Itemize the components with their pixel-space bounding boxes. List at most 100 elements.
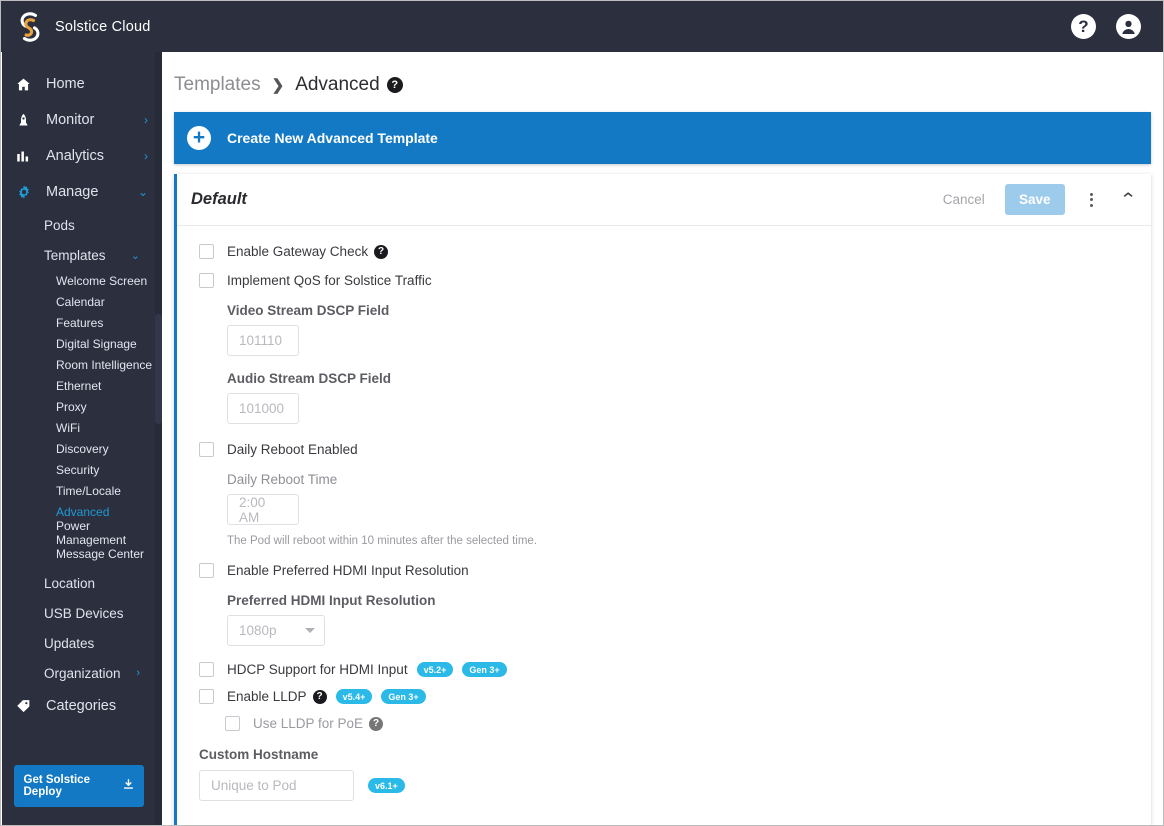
use-lldp-for-poe-checkbox[interactable] [225,716,240,731]
audio-dscp-value: 101000 [239,401,285,416]
download-icon [123,779,134,793]
help-icon[interactable]: ? [1071,14,1096,39]
rocket-icon [16,113,38,128]
enable-lldp-text: Enable LLDP [227,689,307,704]
deploy-button-label: Get Solstice Deploy [23,774,90,798]
sidebar-item-discovery[interactable]: Discovery [2,438,162,459]
sidebar-item-power-management[interactable]: Power Management [2,519,162,547]
sidebar-item-features[interactable]: Features [2,312,162,333]
gateway-check-help-icon[interactable]: ? [374,244,389,259]
sidebar-item-categories[interactable]: Categories [2,688,162,724]
lldp-poe-help-icon[interactable]: ? [369,716,384,731]
badge-version: v6.1+ [368,778,405,793]
preferred-hdmi-resolution-select[interactable]: 1080p [227,615,325,646]
create-new-advanced-template-button[interactable]: + Create New Advanced Template [174,112,1151,164]
sidebar-item-organization[interactable]: Organization › [2,658,162,688]
sidebar-item-calendar[interactable]: Calendar [2,291,162,312]
sidebar-item-label: Manage [46,184,99,200]
preferred-hdmi-label: Enable Preferred HDMI Input Resolution [227,563,469,578]
sidebar-item-pods[interactable]: Pods [2,210,162,240]
sidebar-item-templates[interactable]: Templates ⌄ [2,240,162,270]
hdcp-support-checkbox[interactable] [199,662,214,677]
tag-icon [16,699,38,714]
sidebar-item-label: Digital Signage [56,336,137,351]
daily-reboot-time-input[interactable]: 2:00 AM [227,494,299,525]
audio-dscp-label: Audio Stream DSCP Field [227,371,392,386]
breadcrumb: Templates ❯ Advanced ? [162,52,1163,96]
badge-version: v5.4+ [335,689,373,704]
sidebar-item-message-center[interactable]: Message Center [2,543,162,564]
use-lldp-for-poe-text: Use LLDP for PoE [253,716,364,731]
daily-reboot-checkbox[interactable] [199,442,214,457]
chevron-up-icon[interactable]: ⌃ [1119,191,1137,208]
sidebar-item-home[interactable]: Home [2,66,162,102]
top-bar: Solstice Cloud ? [1,1,1163,52]
breadcrumb-parent[interactable]: Templates [174,74,261,96]
video-dscp-input[interactable]: 101110 [227,325,299,356]
brand[interactable]: Solstice Cloud [1,10,161,44]
preferred-hdmi-checkbox[interactable] [199,563,214,578]
sidebar-item-label: Pods [44,217,75,233]
account-icon[interactable] [1116,14,1141,39]
enable-lldp-checkbox[interactable] [199,689,214,704]
daily-reboot-time-value: 2:00 AM [239,494,266,525]
sidebar-item-analytics[interactable]: Analytics › [2,138,162,174]
video-dscp-value: 101110 [239,333,283,348]
breadcrumb-help-icon[interactable]: ? [386,77,403,93]
audio-dscp-input[interactable]: 101000 [227,393,299,424]
brand-name: Solstice Cloud [55,18,151,35]
custom-hostname-input[interactable]: Unique to Pod [199,770,354,801]
sidebar-scrollbar[interactable] [155,52,162,825]
sidebar-item-welcome-screen[interactable]: Welcome Screen [2,270,162,291]
enable-gateway-check-text: Enable Gateway Check [227,244,369,259]
sidebar-scrollbar-thumb[interactable] [155,314,162,424]
sidebar-item-time-locale[interactable]: Time/Locale [2,480,162,501]
sidebar-item-location[interactable]: Location [2,568,162,598]
row-preferred-hdmi: Enable Preferred HDMI Input Resolution [199,563,1151,578]
sidebar-item-label: Security [56,462,100,477]
sidebar-item-digital-signage[interactable]: Digital Signage [2,333,162,354]
hdcp-support-label: HDCP Support for HDMI Input v5.2+ Gen 3+ [227,662,507,677]
topbar-actions: ? [1071,14,1163,39]
preferred-hdmi-resolution-label: Preferred HDMI Input Resolution [227,593,436,608]
help-icon-glyph: ? [1078,17,1089,36]
app-window: Solstice Cloud ? Home Monitor › Analytic… [0,0,1164,826]
implement-qos-label: Implement QoS for Solstice Traffic [227,273,432,288]
sidebar-item-room-intelligence[interactable]: Room Intelligence [2,354,162,375]
sidebar-item-updates[interactable]: Updates [2,628,162,658]
save-button[interactable]: Save [1004,184,1065,215]
preferred-hdmi-resolution-value: 1080p [239,623,277,638]
sidebar-item-label: Location [44,575,96,591]
row-enable-gateway-check: Enable Gateway Check ? [199,244,1151,259]
sidebar-item-label: Templates [44,247,106,263]
more-options-icon[interactable] [1079,187,1105,213]
implement-qos-checkbox[interactable] [199,273,214,288]
row-implement-qos: Implement QoS for Solstice Traffic [199,273,1151,288]
video-dscp-label: Video Stream DSCP Field [227,303,390,318]
lldp-help-icon[interactable]: ? [312,689,327,704]
sidebar-item-label: Time/Locale [56,483,121,498]
enable-gateway-check-checkbox[interactable] [199,244,214,259]
sidebar-item-label: Ethernet [56,378,102,393]
sidebar-item-manage[interactable]: Manage ⌄ [2,174,162,210]
get-solstice-deploy-button[interactable]: Get Solstice Deploy [13,765,144,807]
sidebar-item-ethernet[interactable]: Ethernet [2,375,162,396]
page-title: Advanced [295,74,380,95]
solstice-logo-icon [15,10,45,44]
use-lldp-for-poe-label: Use LLDP for PoE ? [253,716,384,731]
sidebar-item-label: Discovery [56,441,109,456]
plus-icon: + [187,126,211,150]
badge-generation: Gen 3+ [462,662,507,677]
sidebar-item-label: Categories [46,698,117,714]
sidebar-item-usb-devices[interactable]: USB Devices [2,598,162,628]
badge-version: v5.2+ [416,662,454,677]
daily-reboot-time-label: Daily Reboot Time [227,472,338,487]
sidebar-item-wifi[interactable]: WiFi [2,417,162,438]
sidebar-item-label: Message Center [56,546,145,561]
cancel-button[interactable]: Cancel [933,186,995,213]
sidebar-item-security[interactable]: Security [2,459,162,480]
sidebar-item-monitor[interactable]: Monitor › [2,102,162,138]
sidebar-item-proxy[interactable]: Proxy [2,396,162,417]
create-banner-label: Create New Advanced Template [227,130,438,146]
row-daily-reboot: Daily Reboot Enabled [199,442,1151,457]
